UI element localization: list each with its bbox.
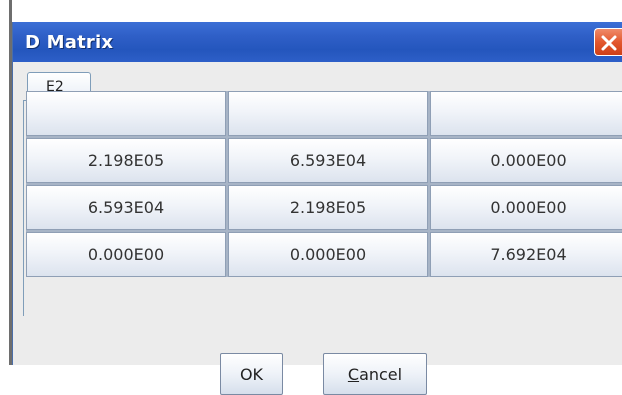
matrix-cell[interactable]: 0.000E00 xyxy=(26,232,226,277)
ok-button[interactable]: OK xyxy=(220,353,283,395)
window-title: D Matrix xyxy=(25,32,114,53)
matrix-cell[interactable]: 6.593E04 xyxy=(228,138,428,183)
header-cell[interactable] xyxy=(430,91,622,136)
matrix-cell[interactable]: 6.593E04 xyxy=(26,185,226,230)
cancel-label: Cancel xyxy=(348,365,402,384)
close-button[interactable] xyxy=(594,28,622,56)
cancel-label-rest: ancel xyxy=(359,364,403,384)
title-bar[interactable]: D Matrix xyxy=(13,22,622,62)
ok-label: OK xyxy=(239,364,264,384)
matrix-cell[interactable]: 0.000E00 xyxy=(430,138,622,183)
matrix-cell[interactable]: 7.692E04 xyxy=(430,232,622,277)
matrix-cell[interactable]: 2.198E05 xyxy=(26,138,226,183)
matrix-cell[interactable]: 0.000E00 xyxy=(430,185,622,230)
desktop-edge xyxy=(0,0,12,365)
matrix-cell[interactable]: 0.000E00 xyxy=(228,232,428,277)
cancel-button[interactable]: Cancel xyxy=(323,353,427,395)
cancel-mnemonic: C xyxy=(347,364,360,384)
header-cell[interactable] xyxy=(26,91,226,136)
matrix-cell[interactable]: 2.198E05 xyxy=(228,185,428,230)
matrix-table: 2.198E05 6.593E04 0.000E00 6.593E04 2.19… xyxy=(26,91,622,277)
header-cell[interactable] xyxy=(228,91,428,136)
d-matrix-dialog: D Matrix E2 OK Cancel 2.198E05 6.593E04 … xyxy=(12,22,622,395)
close-icon xyxy=(601,35,617,51)
